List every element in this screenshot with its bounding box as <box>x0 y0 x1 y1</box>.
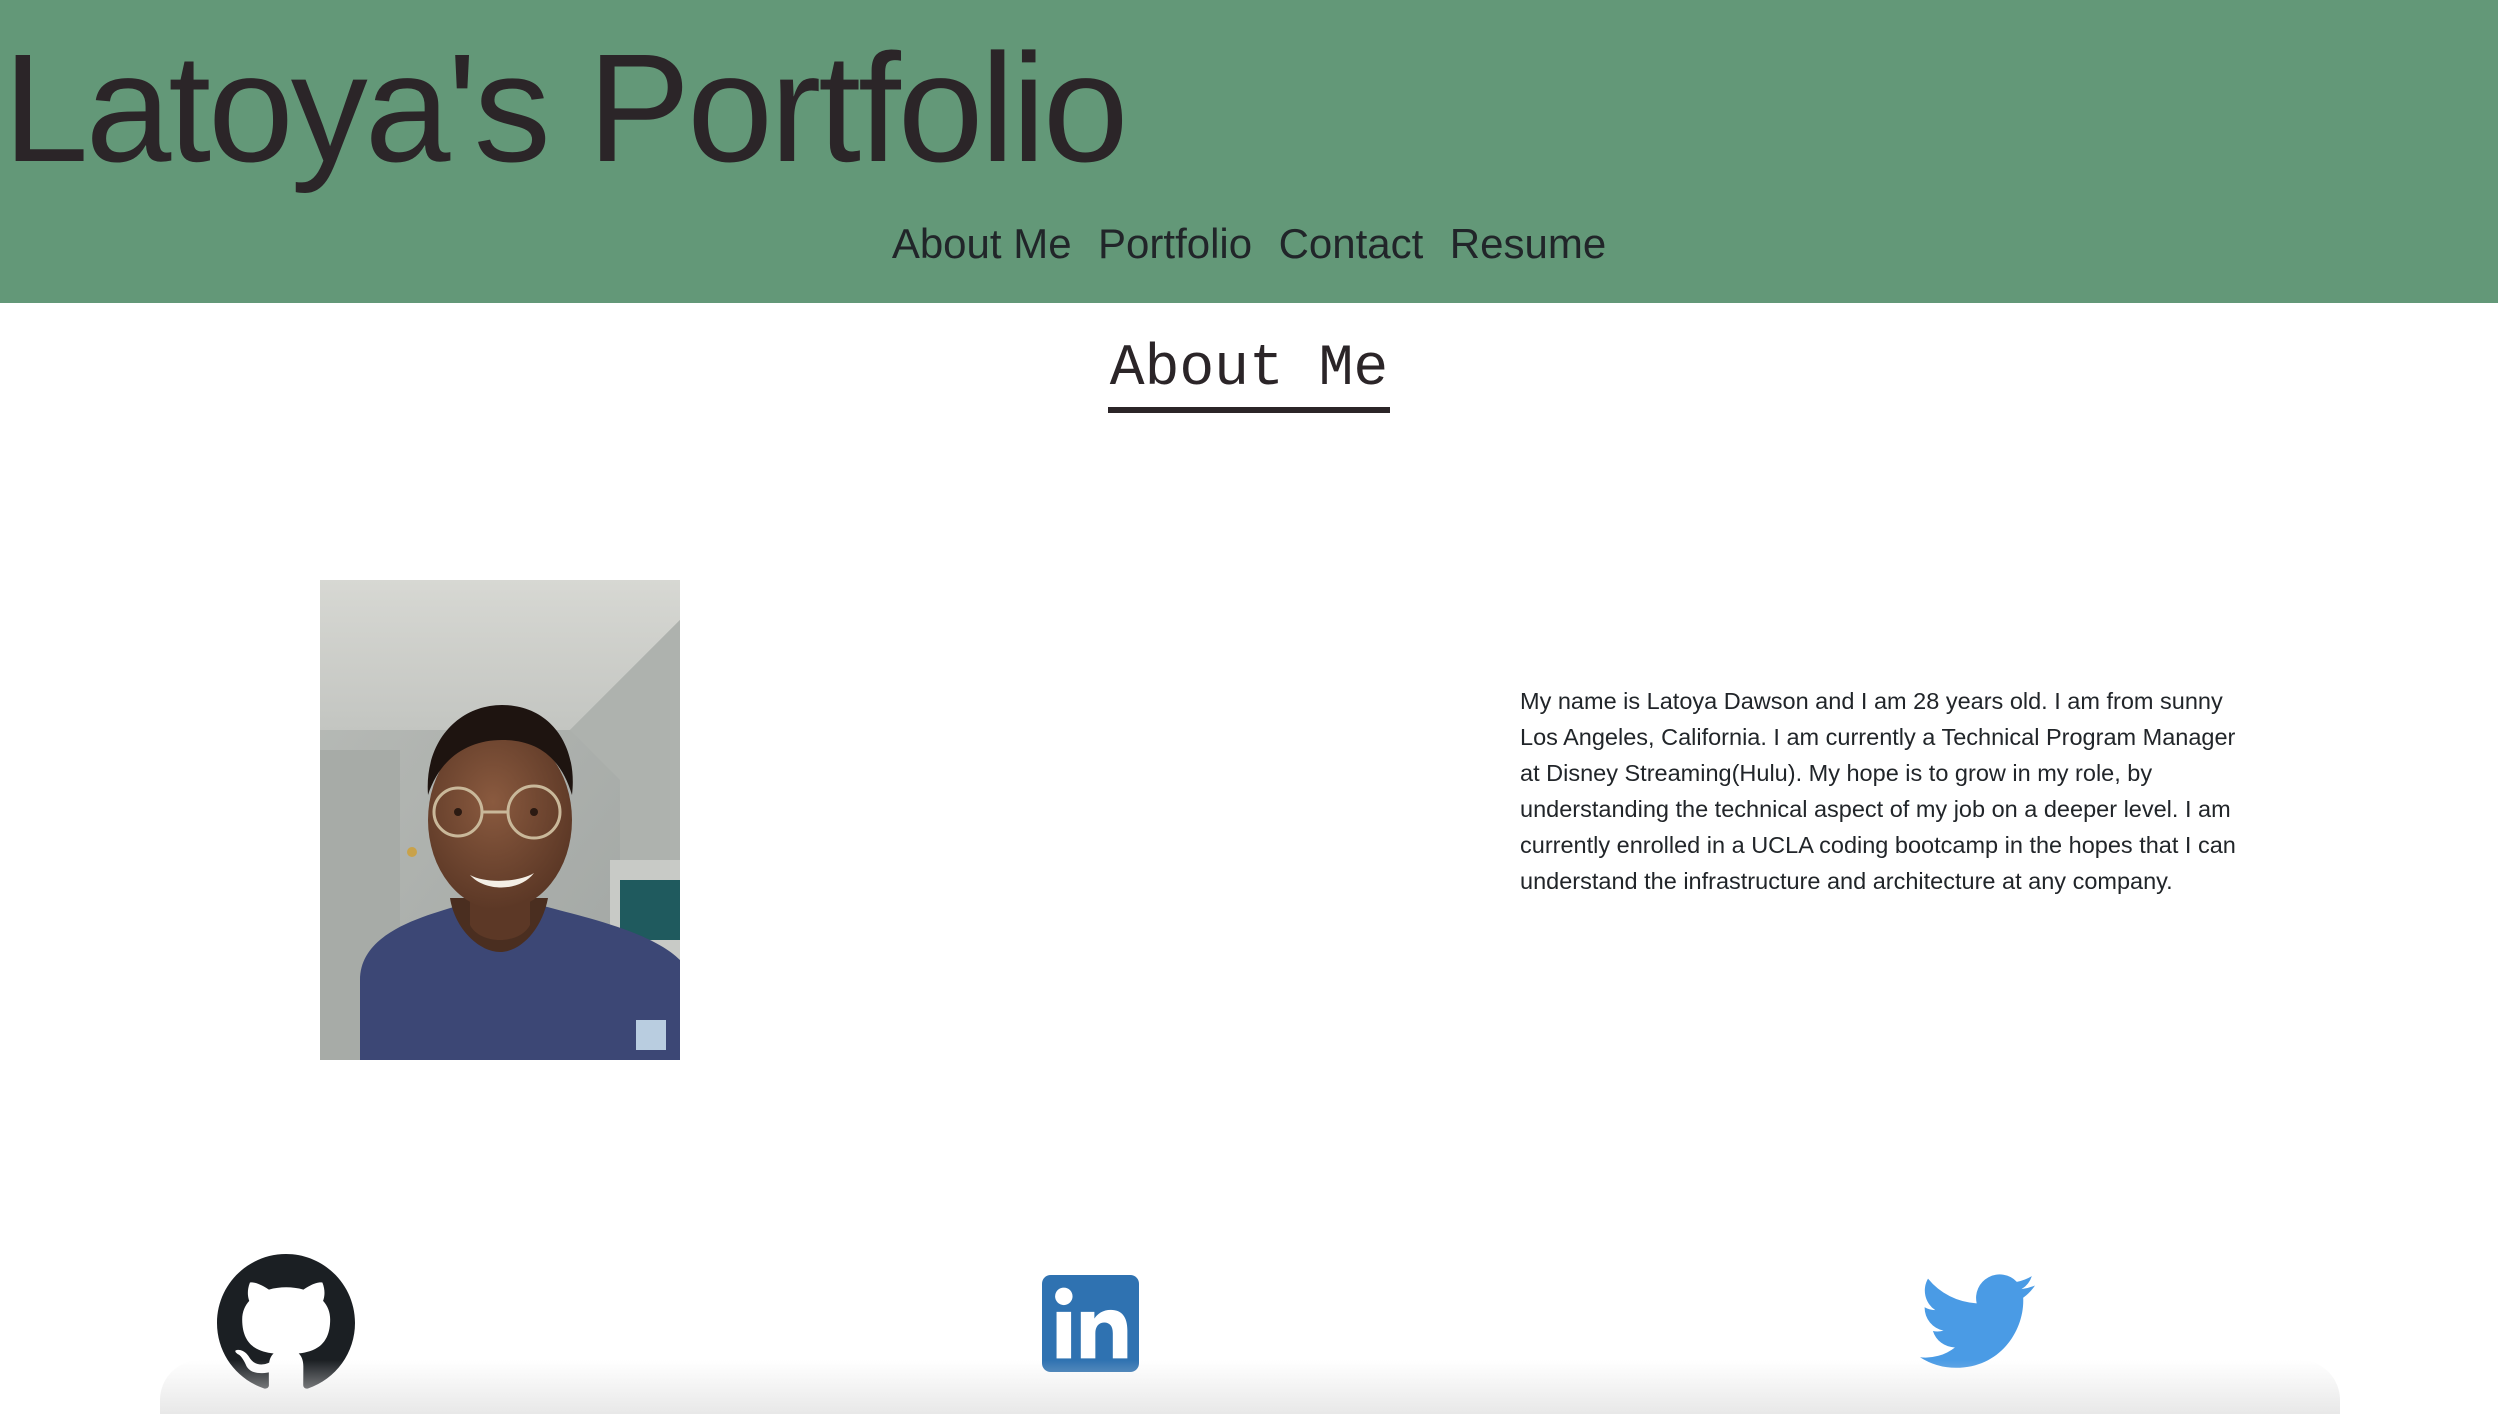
nav-link-resume[interactable]: Resume <box>1450 216 1606 272</box>
footer-shadow <box>160 1360 2340 1414</box>
bio-text: My name is Latoya Dawson and I am 28 yea… <box>1520 688 2236 894</box>
nav-link-portfolio[interactable]: Portfolio <box>1098 216 1252 272</box>
site-header: Latoya's Portfolio About Me Portfolio Co… <box>0 0 2498 303</box>
nav-link-contact[interactable]: Contact <box>1279 216 1424 272</box>
twitter-icon <box>1920 1274 2035 1368</box>
about-section-heading: About Me <box>0 333 2498 413</box>
linkedin-link[interactable] <box>1042 1275 1139 1372</box>
about-heading-text: About Me <box>1107 333 1391 413</box>
twitter-link[interactable] <box>1920 1274 2035 1370</box>
profile-photo <box>320 580 680 1060</box>
site-title: Latoya's Portfolio <box>3 22 1129 194</box>
main-nav: About Me Portfolio Contact Resume <box>0 216 2498 272</box>
linkedin-icon <box>1042 1275 1139 1372</box>
nav-link-about-me[interactable]: About Me <box>892 216 1072 272</box>
